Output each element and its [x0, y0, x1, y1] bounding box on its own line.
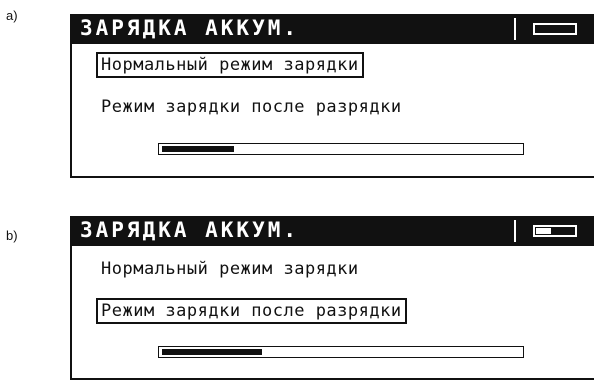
option-normal-charge[interactable]: Нормальный режим зарядки [96, 52, 364, 78]
screen-title: ЗАРЯДКА АККУМ. [80, 218, 300, 242]
charging-screen-a: ЗАРЯДКА АККУМ. Нормальный режим зарядки … [70, 14, 594, 178]
screen-title: ЗАРЯДКА АККУМ. [80, 16, 300, 40]
battery-fill [536, 228, 551, 234]
title-bar: ЗАРЯДКА АККУМ. [72, 14, 594, 44]
title-divider [514, 220, 516, 242]
charge-progress-fill [162, 349, 262, 355]
title-bar: ЗАРЯДКА АККУМ. [72, 216, 594, 246]
battery-icon [533, 225, 577, 237]
charge-progress-fill [162, 146, 234, 152]
charge-progress-bar [158, 143, 524, 155]
battery-icon [533, 23, 577, 35]
title-divider [514, 18, 516, 40]
panel-label-b: b) [6, 228, 18, 243]
charging-screen-b: ЗАРЯДКА АККУМ. Нормальный режим зарядки … [70, 216, 594, 380]
option-normal-charge[interactable]: Нормальный режим зарядки [96, 256, 364, 282]
option-charge-after-discharge[interactable]: Режим зарядки после разрядки [96, 298, 407, 324]
option-charge-after-discharge[interactable]: Режим зарядки после разрядки [96, 94, 407, 120]
charge-progress-bar [158, 346, 524, 358]
panel-label-a: a) [6, 8, 18, 23]
